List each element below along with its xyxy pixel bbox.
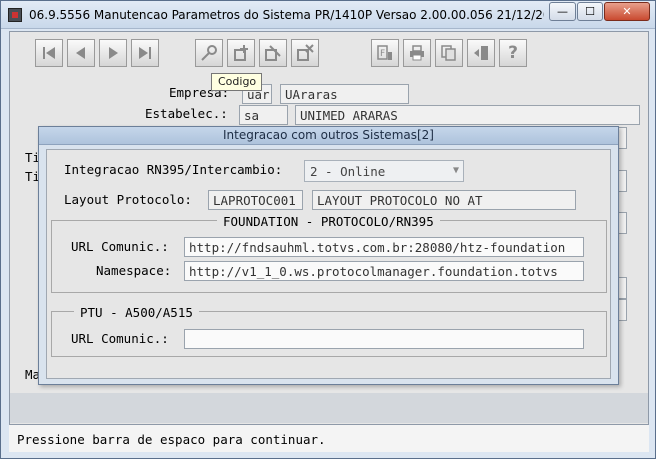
svg-text:F: F — [380, 49, 385, 59]
layout-protocolo-label: Layout Protocolo: — [64, 192, 192, 207]
print-icon — [408, 44, 426, 62]
ptu-url-field[interactable] — [184, 329, 584, 349]
estabelec-label: Estabelec.: — [145, 106, 228, 121]
maximize-button[interactable]: ☐ — [577, 2, 603, 21]
first-record-icon — [41, 45, 57, 61]
add-icon — [232, 44, 250, 62]
foundation-url-label: URL Comunic.: — [71, 239, 169, 254]
edit-icon — [264, 44, 282, 62]
help-icon: ? — [508, 43, 518, 63]
minimize-button[interactable]: — — [549, 2, 576, 21]
filter-icon: F — [376, 44, 394, 62]
ptu-group-title: PTU - A500/A515 — [74, 305, 199, 320]
exit-icon — [472, 44, 490, 62]
ptu-url-label: URL Comunic.: — [71, 331, 169, 346]
search-key-button[interactable] — [195, 39, 223, 67]
status-text: Pressione barra de espaco para continuar… — [17, 432, 326, 447]
copy-button[interactable] — [435, 39, 463, 67]
namespace-label: Namespace: — [96, 263, 172, 278]
integracao-label: Integracao RN395/Intercambio: — [64, 162, 283, 177]
integration-dialog: Integracao com outros Sistemas[2] Integr… — [38, 126, 619, 385]
search-key-icon — [200, 44, 218, 62]
print-button[interactable] — [403, 39, 431, 67]
chevron-down-icon: ▼ — [452, 165, 459, 176]
delete-icon — [296, 44, 314, 62]
previous-record-button[interactable] — [67, 39, 95, 67]
close-button[interactable]: ✕ — [604, 2, 650, 21]
integracao-select-value: 2 - Online — [310, 164, 386, 179]
exit-button[interactable] — [467, 39, 495, 67]
estabelec-code-field[interactable]: sa — [239, 105, 288, 125]
status-bar: Pressione barra de espaco para continuar… — [9, 424, 649, 452]
last-record-icon — [137, 45, 153, 61]
help-button[interactable]: ? — [499, 39, 527, 67]
codigo-tooltip: Codigo — [211, 73, 262, 91]
empresa-name-field[interactable]: UAraras — [280, 84, 409, 104]
last-record-button[interactable] — [131, 39, 159, 67]
add-button[interactable] — [227, 39, 255, 67]
first-record-button[interactable] — [35, 39, 63, 67]
previous-record-icon — [73, 45, 89, 61]
window-title: 06.9.5556 Manutencao Parametros do Siste… — [29, 8, 544, 22]
delete-button[interactable] — [291, 39, 319, 67]
title-bar: 06.9.5556 Manutencao Parametros do Siste… — [1, 1, 655, 29]
toolbar: F ? — [11, 33, 647, 75]
layout-code-field[interactable]: LAPROTOC001 — [208, 190, 303, 210]
main-window: 06.9.5556 Manutencao Parametros do Siste… — [0, 0, 656, 459]
foundation-url-field[interactable]: http://fndsauhml.totvs.com.br:28080/htz-… — [184, 237, 584, 257]
layout-desc-field[interactable]: LAYOUT PROTOCOLO NO AT — [312, 190, 576, 210]
foundation-group-title: FOUNDATION - PROTOCOLO/RN395 — [217, 214, 440, 229]
next-record-button[interactable] — [99, 39, 127, 67]
background-band — [10, 393, 648, 423]
dialog-title: Integracao com outros Sistemas[2] — [39, 127, 618, 145]
app-icon — [8, 8, 22, 22]
estabelec-name-field[interactable]: UNIMED ARARAS — [295, 105, 640, 125]
copy-icon — [440, 44, 458, 62]
next-record-icon — [105, 45, 121, 61]
filter-button[interactable]: F — [371, 39, 399, 67]
integracao-select[interactable]: 2 - Online ▼ — [304, 160, 464, 182]
edit-button[interactable] — [259, 39, 287, 67]
namespace-field[interactable]: http://v1_1_0.ws.protocolmanager.foundat… — [184, 261, 584, 281]
